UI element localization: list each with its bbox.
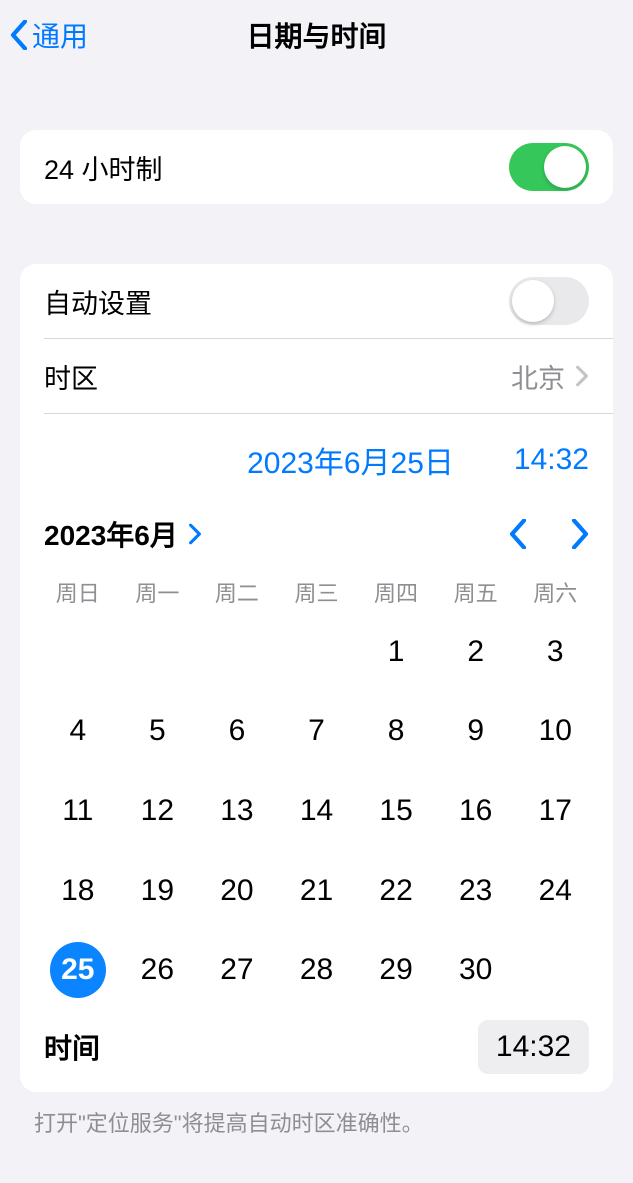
chevron-right-icon: [575, 365, 589, 387]
selected-date-button[interactable]: 2023年6月25日: [247, 438, 454, 482]
calendar-day[interactable]: 7: [277, 692, 357, 772]
calendar-day-number: 19: [129, 863, 185, 919]
page-title: 日期与时间: [0, 15, 633, 55]
calendar-day[interactable]: 28: [277, 930, 357, 1010]
chevron-left-icon: [509, 519, 527, 549]
calendar-day[interactable]: 24: [515, 851, 595, 931]
weekday-label: 周六: [515, 576, 595, 608]
calendar-day-number: 15: [368, 783, 424, 839]
calendar-day-number: 29: [368, 942, 424, 998]
calendar-day-number: 9: [448, 703, 504, 759]
calendar-day-number: 22: [368, 863, 424, 919]
calendar-day-number: 4: [50, 703, 106, 759]
calendar-day[interactable]: 16: [436, 771, 516, 851]
calendar-day-number: 20: [209, 863, 265, 919]
row-auto-set: 自动设置: [20, 264, 613, 338]
chevron-right-icon: [571, 519, 589, 549]
calendar-day[interactable]: 17: [515, 771, 595, 851]
calendar-day[interactable]: 27: [197, 930, 277, 1010]
weekday-label: 周五: [436, 576, 516, 608]
row-timezone[interactable]: 时区 北京: [20, 339, 613, 413]
calendar-day[interactable]: 10: [515, 692, 595, 772]
calendar-day[interactable]: 3: [515, 612, 595, 692]
calendar-day-number: 3: [527, 624, 583, 680]
weekday-label: 周二: [197, 576, 277, 608]
calendar-day[interactable]: 13: [197, 771, 277, 851]
calendar-day[interactable]: 26: [118, 930, 198, 1010]
timezone-value: 北京: [511, 357, 565, 396]
calendar-empty-cell: [277, 612, 357, 692]
calendar-day-number: 17: [527, 783, 583, 839]
calendar-day[interactable]: 8: [356, 692, 436, 772]
selected-date-time-row: 2023年6月25日 14:32: [20, 414, 613, 500]
calendar-day-number: 13: [209, 783, 265, 839]
row-label-24-hour: 24 小时制: [44, 148, 163, 187]
calendar-day-number: 8: [368, 703, 424, 759]
time-picker-button[interactable]: 14:32: [478, 1020, 589, 1074]
calendar-day[interactable]: 18: [38, 851, 118, 931]
calendar-day-number: 27: [209, 942, 265, 998]
calendar-day-number: 16: [448, 783, 504, 839]
calendar-day[interactable]: 20: [197, 851, 277, 931]
calendar-day[interactable]: 22: [356, 851, 436, 931]
calendar-day-number: 25: [50, 942, 106, 998]
month-title-label: 2023年6月: [44, 514, 178, 554]
row-label-timezone: 时区: [44, 357, 98, 396]
calendar-day-number: 1: [368, 624, 424, 680]
calendar-day-number: 6: [209, 703, 265, 759]
calendar-empty-cell: [197, 612, 277, 692]
calendar-empty-cell: [38, 612, 118, 692]
calendar-day[interactable]: 29: [356, 930, 436, 1010]
month-picker-button[interactable]: 2023年6月: [44, 514, 202, 554]
row-24-hour: 24 小时制: [20, 130, 613, 204]
chevron-left-icon: [10, 20, 28, 50]
footnote-text: 打开"定位服务"将提高自动时区准确性。: [0, 1092, 633, 1138]
calendar-day-number: 18: [50, 863, 106, 919]
row-label-auto-set: 自动设置: [44, 282, 152, 321]
calendar-day[interactable]: 21: [277, 851, 357, 931]
selected-time-button[interactable]: 14:32: [514, 443, 589, 477]
calendar-day-number: 21: [289, 863, 345, 919]
weekday-label: 周三: [277, 576, 357, 608]
prev-month-button[interactable]: [509, 519, 527, 549]
calendar-day-number: 5: [129, 703, 185, 759]
back-button[interactable]: 通用: [10, 15, 88, 55]
chevron-right-icon: [188, 523, 202, 545]
weekday-label: 周日: [38, 576, 118, 608]
calendar-day[interactable]: 12: [118, 771, 198, 851]
calendar-day-number: 14: [289, 783, 345, 839]
next-month-button[interactable]: [571, 519, 589, 549]
calendar-day[interactable]: 14: [277, 771, 357, 851]
calendar-day[interactable]: 15: [356, 771, 436, 851]
calendar-day-number: 10: [527, 703, 583, 759]
calendar-day-number: 12: [129, 783, 185, 839]
calendar-day[interactable]: 5: [118, 692, 198, 772]
calendar-day-number: 2: [448, 624, 504, 680]
calendar-day[interactable]: 30: [436, 930, 516, 1010]
calendar-day-number: 11: [50, 783, 106, 839]
weekday-label: 周一: [118, 576, 198, 608]
calendar-day-number: 26: [129, 942, 185, 998]
calendar-day-number: 28: [289, 942, 345, 998]
toggle-24-hour[interactable]: [509, 143, 589, 191]
calendar-day[interactable]: 4: [38, 692, 118, 772]
calendar-day[interactable]: 9: [436, 692, 516, 772]
calendar-day[interactable]: 11: [38, 771, 118, 851]
calendar-day[interactable]: 23: [436, 851, 516, 931]
time-row-label: 时间: [44, 1027, 100, 1067]
calendar-day[interactable]: 25: [38, 930, 118, 1010]
calendar-empty-cell: [118, 612, 198, 692]
weekday-label: 周四: [356, 576, 436, 608]
calendar-day[interactable]: 19: [118, 851, 198, 931]
calendar-day-number: 23: [448, 863, 504, 919]
calendar-day-number: 24: [527, 863, 583, 919]
back-label: 通用: [32, 15, 88, 55]
calendar-day[interactable]: 6: [197, 692, 277, 772]
calendar-day[interactable]: 1: [356, 612, 436, 692]
calendar-day[interactable]: 2: [436, 612, 516, 692]
toggle-auto-set[interactable]: [509, 277, 589, 325]
calendar-day-number: 30: [448, 942, 504, 998]
calendar-day-number: 7: [289, 703, 345, 759]
